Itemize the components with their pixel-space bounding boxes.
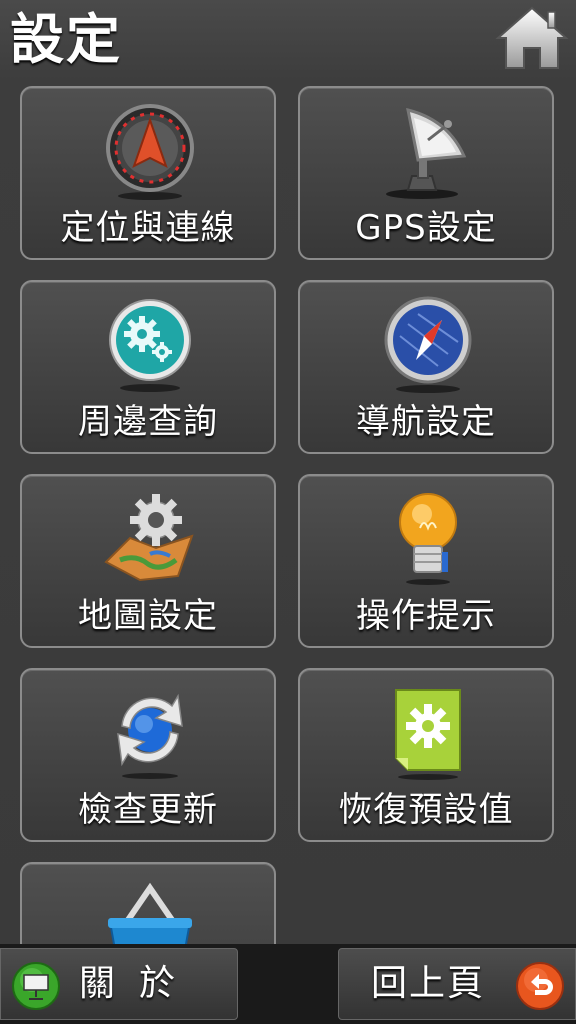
satellite-dish-icon	[386, 107, 467, 199]
page-title: 設定	[10, 8, 122, 71]
tile-navigation-settings[interactable]: 導航設定	[298, 280, 554, 454]
tile-check-updates[interactable]: 檢查更新	[20, 668, 276, 842]
compass-icon	[384, 296, 472, 393]
home-button[interactable]	[494, 4, 570, 72]
bottom-bar: 關於 回上頁	[0, 944, 576, 1024]
presentation-icon	[12, 962, 60, 1010]
tile-restore-defaults[interactable]: 恢復預設值	[298, 668, 554, 842]
tile-gps-settings[interactable]: GPS設定	[298, 86, 554, 260]
basket-icon	[108, 882, 192, 944]
settings-menu-grid: 定位與連線 GPS設定 周邊查詢 導航設定 地圖設定 操作提示 檢查更新 恢復預…	[0, 84, 576, 944]
back-label: 回上頁	[371, 963, 486, 1004]
tile-shop[interactable]	[20, 862, 276, 944]
tile-location-connection[interactable]: 定位與連線	[20, 86, 276, 260]
gear-teal-icon	[109, 299, 191, 392]
settings-screen: 設定 定位與連線 GPS設定 周邊查詢 導航設定 地圖設定 操作提示 檢查更新 …	[0, 0, 576, 1024]
home-icon	[495, 6, 569, 69]
header: 設定	[0, 0, 576, 80]
tile-label: 定位與連線	[60, 208, 236, 248]
back-arrow-icon	[516, 962, 564, 1010]
tile-map-settings[interactable]: 地圖設定	[20, 474, 276, 648]
tile-operation-tips[interactable]: 操作提示	[298, 474, 554, 648]
refresh-icon	[117, 693, 183, 779]
tile-label: 檢查更新	[78, 790, 218, 830]
reset-settings-icon	[395, 689, 461, 780]
light-bulb-icon	[399, 493, 457, 585]
tile-label: 地圖設定	[78, 596, 218, 636]
back-button[interactable]: 回上頁	[338, 948, 576, 1020]
about-label: 關於	[79, 963, 200, 1004]
tile-nearby-search[interactable]: 周邊查詢	[20, 280, 276, 454]
tile-label: 恢復預設值	[338, 790, 514, 830]
tile-label: GPS設定	[355, 208, 497, 248]
tile-label: 導航設定	[356, 402, 496, 442]
compass-locator-icon	[106, 104, 194, 200]
tile-label: 操作提示	[356, 596, 496, 636]
about-button[interactable]: 關於	[0, 948, 238, 1020]
map-gear-icon	[104, 494, 194, 582]
tile-label: 周邊查詢	[78, 402, 218, 442]
